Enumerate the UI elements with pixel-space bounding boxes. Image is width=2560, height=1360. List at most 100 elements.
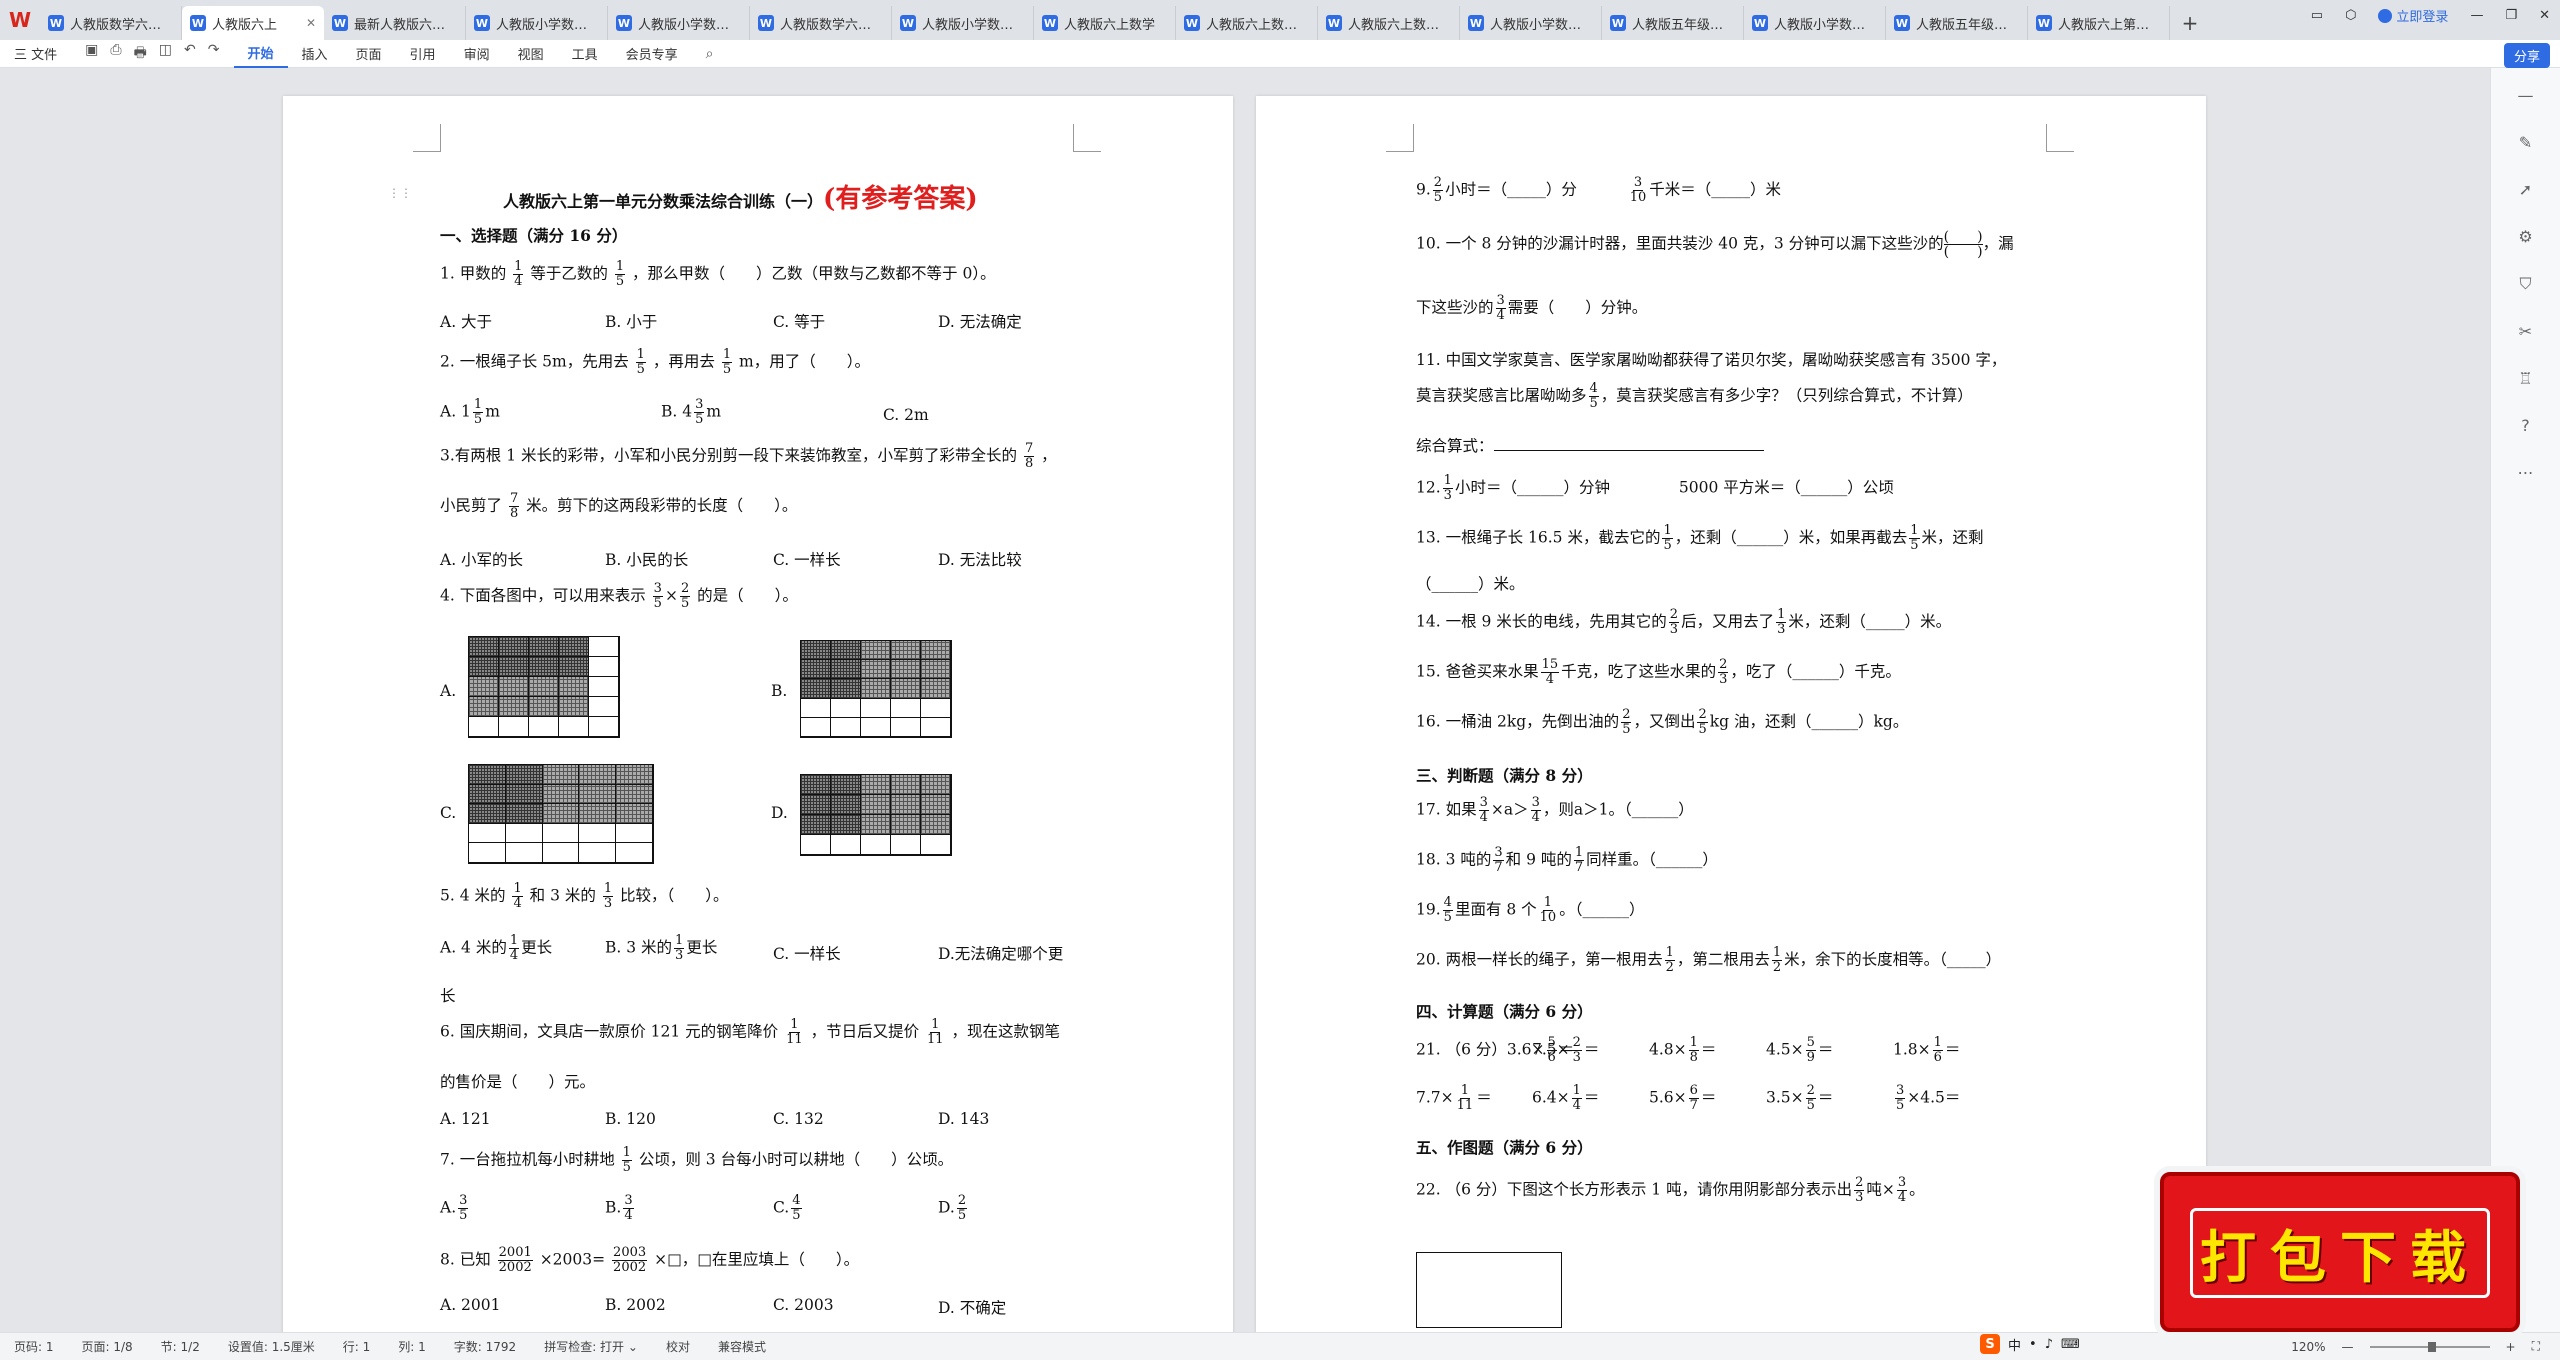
wps-logo-icon[interactable]: W	[0, 0, 40, 40]
collapse-icon[interactable]: —	[2518, 86, 2534, 105]
calc-item: 4.8× 1 8 ＝	[1649, 1036, 1716, 1065]
search-icon[interactable]: ⌕	[706, 46, 714, 62]
doc-tab[interactable]: W 人教版小学数学六	[1744, 6, 1886, 40]
doc-tab[interactable]: W 人教版六上数学第	[1318, 6, 1460, 40]
fraction: 2003 2002	[612, 1246, 648, 1275]
ribbon-tab[interactable]: 工具	[558, 40, 612, 68]
document-page-1[interactable]: ⋮⋮ 人教版六上第一单元分数乘法综合训练（一）(有参考答案) 一、选择题（满分 …	[283, 96, 1233, 1360]
doc-tab[interactable]: W 人教版小学数学六	[608, 6, 750, 40]
download-banner[interactable]: 打包下载	[2160, 1172, 2520, 1332]
download-banner-text[interactable]: 打包下载	[2190, 1208, 2490, 1298]
status-compat-mode[interactable]: 兼容模式	[704, 1338, 780, 1355]
question-14: 14. 一根 9 米长的电线，先用其它的 2 3 后，又用去了 1 3 米，还剩（_____…	[1416, 608, 1951, 637]
status-page[interactable]: 页面: 1/8	[68, 1338, 147, 1355]
ime-punct-icon[interactable]: •	[2029, 1337, 2037, 1352]
status-word-count[interactable]: 字数: 1792	[440, 1338, 530, 1355]
zoom-slider[interactable]	[2369, 1341, 2490, 1352]
doc-tab[interactable]: W 人教版数学六年级	[40, 6, 182, 40]
tab-label: 人教版五年级上册	[1916, 17, 2019, 33]
save-icon[interactable]: ▣	[85, 42, 98, 66]
doc-tab[interactable]: W 人教版六上 ✕	[182, 6, 324, 40]
doc-tab[interactable]: W 人教版小学数学六	[892, 6, 1034, 40]
numerator: 1	[602, 881, 614, 897]
ribbon-tab[interactable]: 页面	[342, 40, 396, 68]
doc-tab[interactable]: W 人教版五年级上册	[1886, 6, 2028, 40]
undo-icon[interactable]: ↶	[184, 42, 196, 66]
export-icon[interactable]: ⎙	[110, 42, 121, 66]
share-button[interactable]: 分享	[2503, 43, 2550, 68]
ribbon-tab[interactable]: 视图	[504, 40, 558, 68]
zoom-out-icon[interactable]: —	[2342, 1340, 2354, 1354]
cursor-icon[interactable]: ➚	[2519, 180, 2532, 199]
ribbon-tab[interactable]: 会员专享	[612, 40, 692, 68]
zoom-in-icon[interactable]: +	[2506, 1340, 2516, 1354]
q-text: 莫言获奖感言比屠呦呦多	[1416, 386, 1587, 405]
status-row[interactable]: 行: 1	[329, 1338, 385, 1355]
zoom-slider-knob[interactable]	[2427, 1341, 2436, 1352]
pen-icon[interactable]: ✎	[2519, 133, 2532, 152]
q-text: 5000 平方米＝（______）公顷	[1678, 478, 1894, 497]
tab-label: 人教版五年级上册	[1632, 17, 1735, 33]
shirt-icon[interactable]: ♖	[2518, 369, 2532, 388]
more-icon[interactable]: ⋯	[2518, 463, 2534, 482]
document-page-2[interactable]: 9. 2 5 小时＝（_____）分 3 10 千米＝（_____）米 10. 一个 8 …	[1256, 96, 2206, 1360]
grid-cell	[559, 677, 589, 697]
box-icon[interactable]: ⬡	[2345, 8, 2356, 23]
ribbon-tab[interactable]: 引用	[396, 40, 450, 68]
file-menu-button[interactable]: 三 文件	[0, 40, 71, 68]
doc-tab[interactable]: W 人教版数学六年级	[750, 6, 892, 40]
q-text: ，莫言获奖感言有多少字？（只列综合算式，不计算）	[1600, 386, 1973, 405]
shield-icon[interactable]: ⛉	[2519, 274, 2531, 294]
tools-icon[interactable]: ✂	[2519, 322, 2532, 341]
doc-tab[interactable]: W 人教版小学数学六	[466, 6, 608, 40]
print-icon[interactable]: 🖶	[134, 42, 147, 66]
fraction: 35	[694, 398, 705, 427]
denominator: 2002	[498, 1260, 532, 1275]
ribbon-tab[interactable]: 插入	[288, 40, 342, 68]
q-text: 12.	[1416, 478, 1441, 497]
login-button[interactable]: 立即登录	[2378, 6, 2448, 25]
status-settings[interactable]: 设置值: 1.5厘米	[214, 1338, 329, 1355]
preview-icon[interactable]: ◫	[159, 42, 172, 66]
document-workspace[interactable]: ⋮⋮ 人教版六上第一单元分数乘法综合训练（一）(有参考答案) 一、选择题（满分 …	[0, 68, 2490, 1360]
fraction: 45	[1588, 382, 1599, 411]
answer-blank[interactable]	[1493, 437, 1764, 451]
q-text: ，节日后又提价	[810, 1022, 920, 1041]
new-tab-button[interactable]: +	[2170, 6, 2210, 40]
doc-tab[interactable]: W 人教版六上第一单	[2028, 6, 2170, 40]
ime-mode[interactable]: 中	[2008, 1335, 2021, 1354]
status-spell-check[interactable]: 拼写检查: 打开 ⌄	[530, 1338, 652, 1355]
doc-tab[interactable]: W 人教版六上数学第	[1176, 6, 1318, 40]
doc-tab[interactable]: W 人教版小学数学六	[1460, 6, 1602, 40]
status-col[interactable]: 列: 1	[384, 1338, 440, 1355]
help-icon[interactable]: ?	[2521, 416, 2530, 435]
minimize-button[interactable]: —	[2470, 8, 2483, 23]
restore-button[interactable]: ❐	[2505, 8, 2517, 23]
calc-item: 1.8× 1 6 ＝	[1893, 1036, 1960, 1065]
doc-tab[interactable]: W 人教版五年级上册	[1602, 6, 1744, 40]
keyboard-icon[interactable]: ⌨	[2061, 1337, 2080, 1352]
numerator: 3	[1895, 1083, 1906, 1099]
status-section[interactable]: 节: 1/2	[147, 1338, 214, 1355]
numerator: 6	[1688, 1083, 1699, 1099]
drag-handle-icon[interactable]: ⋮⋮	[388, 186, 412, 200]
grid-cell	[579, 804, 617, 824]
ime-toolbar[interactable]: S 中 • ♪ ⌨	[1980, 1334, 2080, 1354]
ribbon-tab[interactable]: 审阅	[450, 40, 504, 68]
close-window-button[interactable]: ✕	[2539, 8, 2550, 23]
figure-label-b: B.	[771, 682, 788, 700]
status-proof[interactable]: 校对	[652, 1338, 704, 1355]
fullscreen-icon[interactable]: ⛶	[2532, 1339, 2540, 1354]
calc-text: 6.4×	[1532, 1088, 1570, 1107]
layout-icon[interactable]: ▭	[2311, 8, 2323, 23]
sogou-ime-icon[interactable]: S	[1980, 1334, 2000, 1354]
microphone-icon[interactable]: ♪	[2045, 1337, 2053, 1352]
zoom-level[interactable]: 120%	[2291, 1340, 2325, 1354]
redo-icon[interactable]: ↷	[208, 42, 220, 66]
close-tab-icon[interactable]: ✕	[306, 16, 316, 30]
ribbon-tab[interactable]: 开始	[233, 40, 288, 68]
doc-tab[interactable]: W 最新人教版六上数	[324, 6, 466, 40]
settings-sliders-icon[interactable]: ⚙	[2518, 227, 2532, 246]
status-page-number[interactable]: 页码: 1	[0, 1338, 68, 1355]
doc-tab[interactable]: W 人教版六上数学	[1034, 6, 1176, 40]
